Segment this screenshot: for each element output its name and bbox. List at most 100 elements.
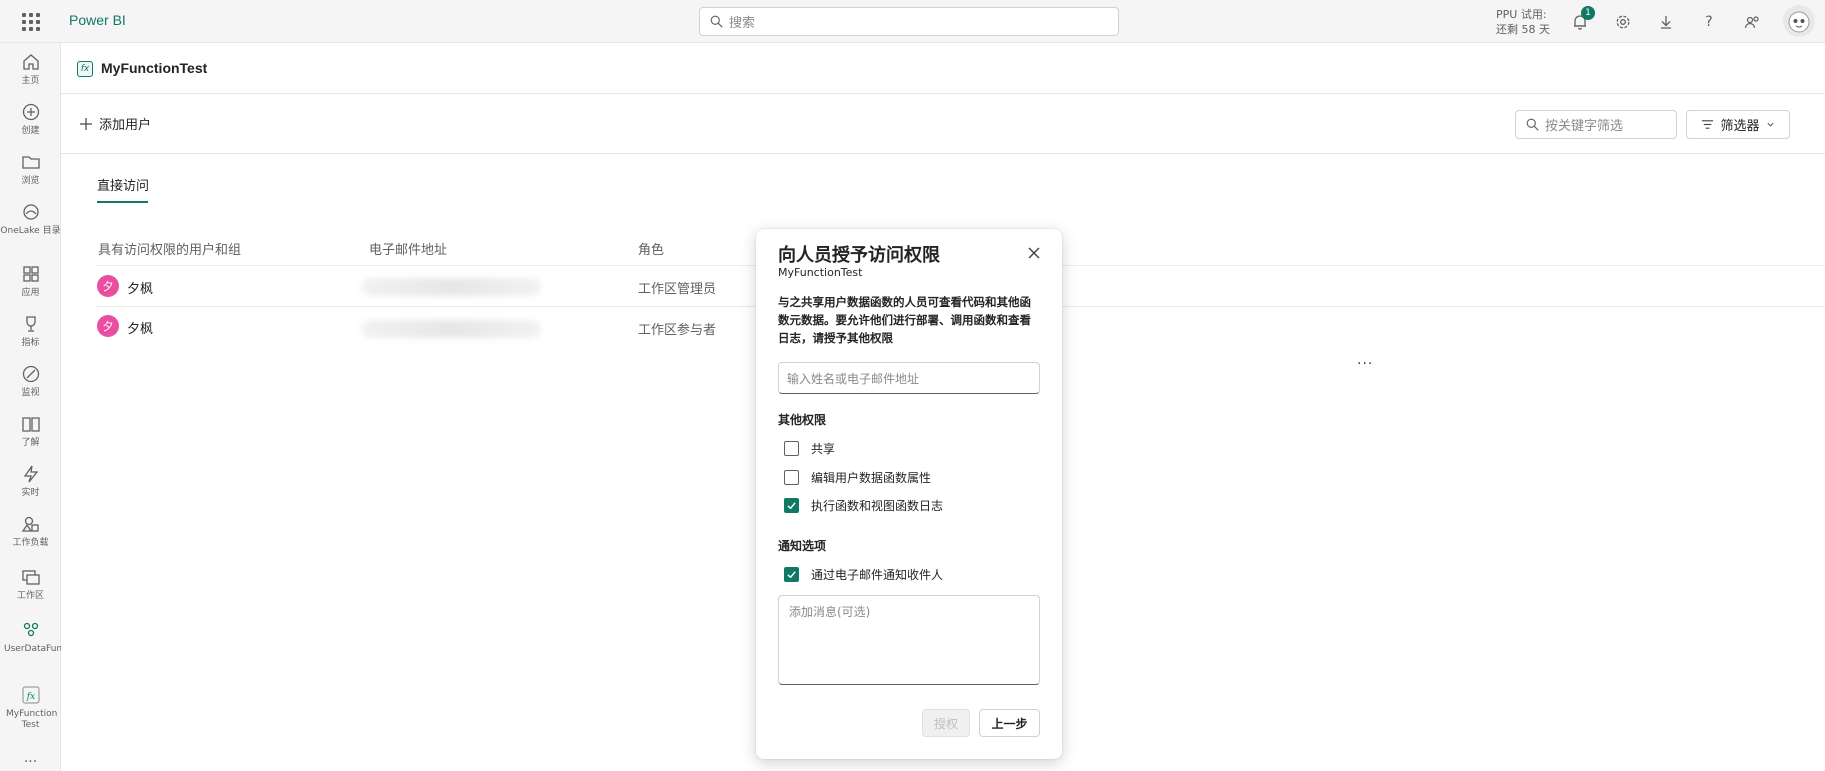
- nav-item-workloads[interactable]: 工作负载: [0, 513, 61, 549]
- global-search-input[interactable]: 搜索: [699, 7, 1119, 36]
- column-header-role[interactable]: 角色: [638, 239, 664, 258]
- avatar: 夕: [97, 315, 119, 337]
- ppu-trial-status[interactable]: PPU 试用: 还剩 58 天: [1496, 7, 1550, 37]
- user-role: 工作区管理员: [638, 282, 717, 297]
- nav-item-workspaces[interactable]: 工作区: [0, 566, 61, 602]
- download-button[interactable]: [1655, 11, 1677, 33]
- nav-item-home[interactable]: 主页: [0, 51, 61, 87]
- permission-execute-view-logs-label: 执行函数和视图函数日志: [811, 499, 944, 513]
- nav-item-monitor[interactable]: 监视: [0, 363, 61, 399]
- nav-item-create[interactable]: 创建: [0, 101, 61, 137]
- permission-edit-properties-checkbox[interactable]: 编辑用户数据函数属性: [784, 469, 931, 486]
- nav-item-browse[interactable]: 浏览: [0, 151, 61, 187]
- dialog-title: 向人员授予访问权限: [778, 245, 940, 266]
- name-or-email-input[interactable]: 输入姓名或电子邮件地址: [778, 362, 1040, 394]
- column-header-email[interactable]: 电子邮件地址: [369, 239, 447, 258]
- nav-item-onelake[interactable]: OneLake 目录: [0, 201, 61, 237]
- action-bar: 添加用户 按关键字筛选 筛选器: [61, 94, 1825, 154]
- nav-item-myfunctiontest[interactable]: fx MyFunction Test: [0, 684, 61, 731]
- search-placeholder: 搜索: [729, 16, 756, 31]
- notify-options-heading: 通知选项: [778, 539, 827, 553]
- user-role: 工作区参与者: [638, 323, 717, 338]
- nav-item-label: 工作负载: [12, 538, 49, 548]
- notification-badge: 1: [1581, 6, 1595, 20]
- download-icon: [1661, 16, 1671, 29]
- create-icon: [22, 103, 39, 121]
- checkbox-unchecked[interactable]: [784, 470, 799, 485]
- add-user-button[interactable]: 添加用户: [79, 114, 151, 133]
- nav-item-metrics[interactable]: 指标: [0, 313, 61, 349]
- avatar: 夕: [97, 275, 119, 297]
- user-name: 夕枫: [127, 282, 154, 297]
- nav-item-label: 创建: [21, 126, 40, 136]
- nav-item-label: 指标: [21, 338, 40, 348]
- brand-name[interactable]: Power BI: [69, 12, 126, 28]
- app-launcher-icon[interactable]: [22, 13, 40, 31]
- email-redacted: [361, 278, 541, 296]
- people-icon: [23, 622, 38, 637]
- grant-access-dialog: 向人员授予访问权限 MyFunctionTest 与之共享用户数据函数的人员可查…: [756, 229, 1062, 759]
- nav-item-userdatafunctions-workspace[interactable]: UserDataFunctionsWo...: [0, 619, 112, 655]
- notify-by-email-checkbox[interactable]: 通过电子邮件通知收件人: [784, 566, 943, 583]
- close-icon[interactable]: [1026, 245, 1042, 261]
- trophy-icon: [25, 316, 36, 332]
- search-icon: [1526, 118, 1539, 131]
- account-avatar[interactable]: [1783, 5, 1815, 37]
- keyword-filter-input[interactable]: 按关键字筛选: [1515, 110, 1677, 139]
- home-icon: [22, 54, 39, 70]
- nav-item-apps[interactable]: 应用: [0, 263, 61, 299]
- checkbox-unchecked[interactable]: [784, 441, 799, 456]
- checkbox-checked[interactable]: [784, 498, 799, 513]
- keyword-filter-placeholder: 按关键字筛选: [1545, 119, 1624, 134]
- function-icon: fx: [77, 61, 93, 77]
- nav-item-label: 应用: [21, 288, 40, 298]
- dialog-description: 与之共享用户数据函数的人员可查看代码和其他函数元数据。要允许他们进行部署、调用函…: [778, 295, 1031, 345]
- left-navigation: 主页 创建 浏览 OneLake 目录 应用 指标 监视 了解 实时 工作负载 …: [0, 43, 112, 771]
- notifications-button[interactable]: 1: [1569, 6, 1595, 33]
- help-button[interactable]: ?: [1698, 11, 1720, 33]
- email-redacted: [361, 320, 541, 338]
- row-more-options-button[interactable]: ···: [1357, 356, 1373, 372]
- item-header: fx MyFunctionTest: [61, 43, 1825, 94]
- ppu-trial-days: 还剩 58 天: [1496, 23, 1550, 36]
- settings-button[interactable]: [1612, 11, 1634, 33]
- nav-item-label: 浏览: [21, 176, 40, 186]
- nav-item-label: MyFunction Test: [6, 709, 58, 730]
- checkmark-icon: [787, 571, 796, 579]
- nav-item-label: UserDataFunctionsWo...: [4, 644, 112, 654]
- filter-button[interactable]: 筛选器: [1686, 110, 1790, 139]
- svg-text:fx: fx: [25, 692, 34, 702]
- nav-item-label: 监视: [21, 388, 40, 398]
- column-header-users[interactable]: 具有访问权限的用户和组: [98, 239, 241, 258]
- back-button[interactable]: 上一步: [979, 709, 1040, 737]
- permission-share-checkbox[interactable]: 共享: [784, 440, 835, 457]
- workload-icon: [21, 516, 39, 532]
- nav-item-realtime[interactable]: 实时: [0, 463, 61, 499]
- folder-icon: [21, 156, 40, 169]
- checkbox-checked[interactable]: [784, 567, 799, 582]
- top-bar: Power BI 搜索 PPU 试用: 还剩 58 天 1 ?: [0, 0, 1825, 43]
- realtime-icon: [23, 465, 38, 483]
- nav-item-learn[interactable]: 了解: [0, 413, 61, 449]
- avatar-face-icon: [1788, 11, 1810, 33]
- name-or-email-placeholder: 输入姓名或电子邮件地址: [787, 371, 920, 386]
- people-share-icon: [1744, 16, 1759, 29]
- plus-icon: [80, 117, 92, 130]
- chevron-down-icon: [1766, 122, 1774, 127]
- grant-button[interactable]: 授权: [922, 709, 970, 737]
- permission-execute-view-logs-checkbox[interactable]: 执行函数和视图函数日志: [784, 497, 943, 514]
- tab-direct-access[interactable]: 直接访问: [97, 175, 149, 194]
- filter-label: 筛选器: [1720, 119, 1760, 134]
- search-icon: [710, 15, 723, 28]
- nav-item-label: 工作区: [16, 591, 44, 601]
- message-textarea[interactable]: 添加消息(可选): [778, 595, 1040, 685]
- notify-by-email-label: 通过电子邮件通知收件人: [811, 568, 944, 582]
- nav-more-button[interactable]: ...: [0, 751, 61, 765]
- share-feedback-button[interactable]: [1741, 11, 1763, 33]
- user-name: 夕枫: [127, 322, 154, 337]
- permission-share-label: 共享: [811, 442, 836, 456]
- checkmark-icon: [787, 502, 796, 510]
- nav-item-label: 实时: [21, 488, 40, 498]
- gear-icon: [1616, 15, 1630, 29]
- apps-icon: [22, 266, 39, 282]
